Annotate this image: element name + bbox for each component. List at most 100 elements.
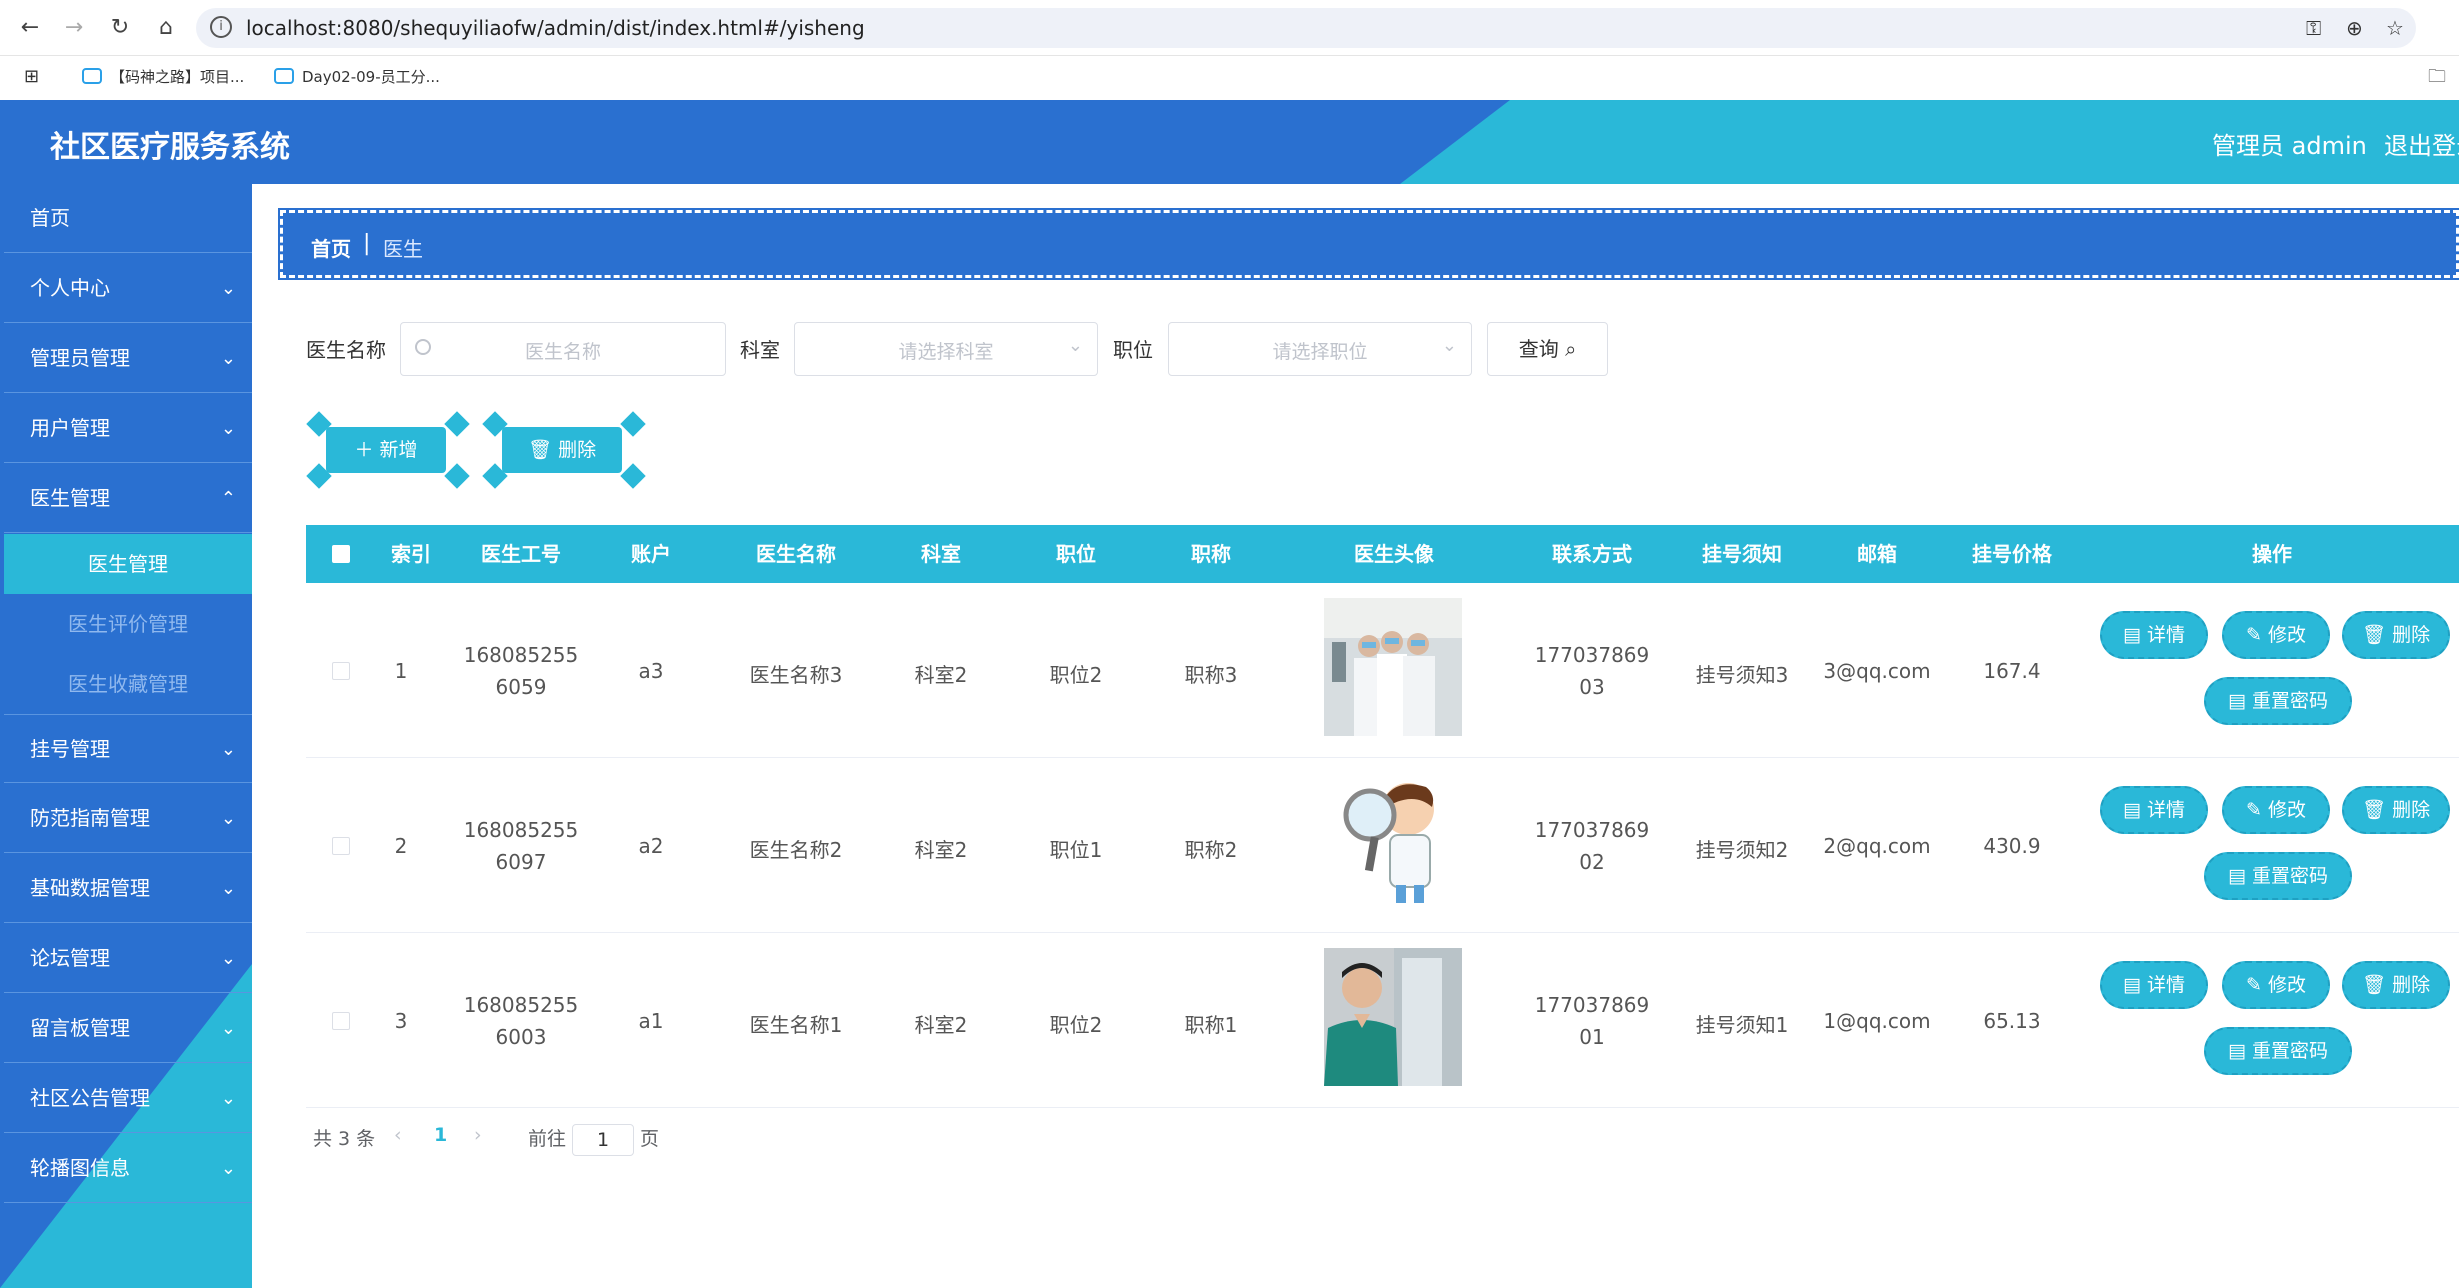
sidebar-item-users[interactable]: 用户管理 ⌄ xyxy=(4,394,252,463)
sidebar-item-registration[interactable]: 挂号管理 ⌄ xyxy=(4,714,252,783)
cell-title: 职称1 xyxy=(1184,1013,1238,1037)
column-header: 挂号须知 xyxy=(1702,542,1782,566)
add-button[interactable]: ＋ 新增 xyxy=(306,411,470,489)
column-header: 职称 xyxy=(1191,542,1231,566)
sidebar-item-profile[interactable]: 个人中心 ⌄ xyxy=(4,254,252,323)
delete-button[interactable]: 🗑 删除 xyxy=(2342,786,2450,834)
sidebar-item-admins[interactable]: 管理员管理 ⌄ xyxy=(4,324,252,393)
doctor-avatar-photo xyxy=(1324,598,1462,736)
position-label: 职位 xyxy=(1113,338,1153,362)
sidebar-item-prevention[interactable]: 防范指南管理 ⌄ xyxy=(4,784,252,853)
sidebar-item-home[interactable]: 首页 xyxy=(4,184,252,253)
sidebar-item-label: 基础数据管理 xyxy=(30,876,150,900)
apps-icon[interactable]: ⊞ xyxy=(24,64,39,90)
url-text: localhost:8080/shequyiliaofw/admin/dist/… xyxy=(246,16,865,40)
chevron-down-icon: ⌄ xyxy=(1067,335,1083,356)
prev-page-icon[interactable]: ‹ xyxy=(394,1124,402,1146)
delete-label: 删除 xyxy=(558,439,597,461)
key-icon[interactable]: ⚿ xyxy=(2306,16,2321,40)
folder-icon[interactable]: 🗀 xyxy=(2428,64,2446,90)
reset-password-button[interactable]: ▤ 重置密码 xyxy=(2204,1027,2352,1075)
detail-label: 详情 xyxy=(2146,799,2185,821)
batch-delete-button[interactable]: 🗑 删除 xyxy=(482,411,646,489)
cell-notice: 挂号须知1 xyxy=(1695,1013,1789,1037)
row-checkbox[interactable] xyxy=(332,1012,350,1030)
delete-label: 删除 xyxy=(2392,799,2431,821)
reset-password-button[interactable]: ▤ 重置密码 xyxy=(2204,852,2352,900)
doctor-name-input[interactable]: 医生名称 xyxy=(400,322,726,376)
cell-id-line: 168085255 xyxy=(463,993,579,1017)
address-bar[interactable]: i localhost:8080/shequyiliaofw/admin/dis… xyxy=(196,8,2416,48)
detail-button[interactable]: ▤ 详情 xyxy=(2100,961,2208,1009)
dept-select[interactable]: 请选择科室 ⌄ xyxy=(794,322,1098,376)
decor-corner xyxy=(444,463,470,489)
sidebar-sub-doctor-manage[interactable]: 医生管理 xyxy=(4,534,252,594)
star-icon[interactable]: ☆ xyxy=(2386,16,2404,40)
reset-password-button[interactable]: ▤ 重置密码 xyxy=(2204,677,2352,725)
edit-label: 修改 xyxy=(2267,624,2306,646)
dept-label: 科室 xyxy=(740,338,780,362)
column-header: 科室 xyxy=(921,542,961,566)
detail-label: 详情 xyxy=(2146,624,2185,646)
sidebar-sub-doctor-favorite[interactable]: 医生收藏管理 xyxy=(4,654,252,714)
site-info-icon[interactable]: i xyxy=(210,16,232,38)
doctor-avatar-photo xyxy=(1324,948,1462,1086)
sidebar-item-label: 用户管理 xyxy=(30,416,110,440)
edit-button[interactable]: ✎ 修改 xyxy=(2222,961,2330,1009)
detail-button[interactable]: ▤ 详情 xyxy=(2100,611,2208,659)
cell-phone: 177037869 02 xyxy=(1512,814,1672,878)
sidebar-item-label: 管理员管理 xyxy=(30,346,130,370)
position-select[interactable]: 请选择职位 ⌄ xyxy=(1168,322,1472,376)
delete-button[interactable]: 🗑 删除 xyxy=(2342,611,2450,659)
cell-id: 168085255 6059 xyxy=(456,639,586,703)
breadcrumb-current: 医生 xyxy=(383,237,423,261)
trash-icon: 🗑 xyxy=(2361,974,2387,996)
sidebar-item-doctors[interactable]: 医生管理 ⌃ xyxy=(4,464,252,533)
row-checkbox[interactable] xyxy=(332,837,350,855)
chevron-down-icon: ⌄ xyxy=(220,418,236,439)
delete-button[interactable]: 🗑 删除 xyxy=(2342,961,2450,1009)
bilibili-icon xyxy=(82,68,102,84)
sidebar-sub-doctor-review[interactable]: 医生评价管理 xyxy=(4,594,252,654)
detail-button[interactable]: ▤ 详情 xyxy=(2100,786,2208,834)
reload-icon[interactable]: ↻ xyxy=(104,12,136,44)
sidebar-item-messages[interactable]: 留言板管理 ⌄ xyxy=(4,994,252,1063)
logout-button[interactable]: 退出登录 xyxy=(2384,126,2459,161)
select-all-checkbox[interactable] xyxy=(332,545,350,563)
cell-email: 3@qq.com xyxy=(1823,659,1931,683)
edit-label: 修改 xyxy=(2267,974,2306,996)
back-icon[interactable]: ← xyxy=(14,12,46,44)
chevron-up-icon: ⌃ xyxy=(220,488,236,509)
next-page-icon[interactable]: › xyxy=(474,1124,482,1146)
current-user: 管理员 admin xyxy=(2212,132,2367,160)
table-header: 索引 医生工号 账户 医生名称 科室 职位 职称 医生头像 联系方式 挂号须知 … xyxy=(306,525,2459,583)
decor-corner xyxy=(620,411,646,437)
decor-corner xyxy=(620,463,646,489)
chevron-down-icon: ⌄ xyxy=(220,739,236,760)
sidebar-item-carousel[interactable]: 轮播图信息 ⌄ xyxy=(4,1134,252,1203)
row-checkbox[interactable] xyxy=(332,662,350,680)
cell-notice: 挂号须知2 xyxy=(1695,838,1789,862)
query-button[interactable]: 查询 ⌕ xyxy=(1487,322,1608,376)
bookmark-label: 【码神之路】项目... xyxy=(110,68,245,86)
breadcrumb-home[interactable]: 首页 xyxy=(311,233,351,262)
sidebar-item-basedata[interactable]: 基础数据管理 ⌄ xyxy=(4,854,252,923)
page-number[interactable]: 1 xyxy=(434,1124,447,1146)
bookmark-2[interactable]: Day02-09-员工分... xyxy=(274,64,440,90)
bookmark-1[interactable]: 【码神之路】项目... xyxy=(82,64,244,90)
edit-button[interactable]: ✎ 修改 xyxy=(2222,611,2330,659)
chevron-down-icon: ⌄ xyxy=(220,1088,236,1109)
sidebar-item-notices[interactable]: 社区公告管理 ⌄ xyxy=(4,1064,252,1133)
forward-icon[interactable]: → xyxy=(58,12,90,44)
sidebar-item-forum[interactable]: 论坛管理 ⌄ xyxy=(4,924,252,993)
home-icon[interactable]: ⌂ xyxy=(150,12,182,44)
cell-account: a1 xyxy=(638,1009,664,1033)
chevron-down-icon: ⌄ xyxy=(220,1158,236,1179)
page-jump-input[interactable]: 1 xyxy=(572,1124,634,1156)
doc-icon: ▤ xyxy=(2122,799,2141,821)
sidebar-item-label: 论坛管理 xyxy=(30,946,110,970)
cell-name: 医生名称1 xyxy=(749,1013,843,1037)
zoom-icon[interactable]: ⊕ xyxy=(2346,16,2363,40)
cell-phone: 177037869 03 xyxy=(1512,639,1672,703)
edit-button[interactable]: ✎ 修改 xyxy=(2222,786,2330,834)
